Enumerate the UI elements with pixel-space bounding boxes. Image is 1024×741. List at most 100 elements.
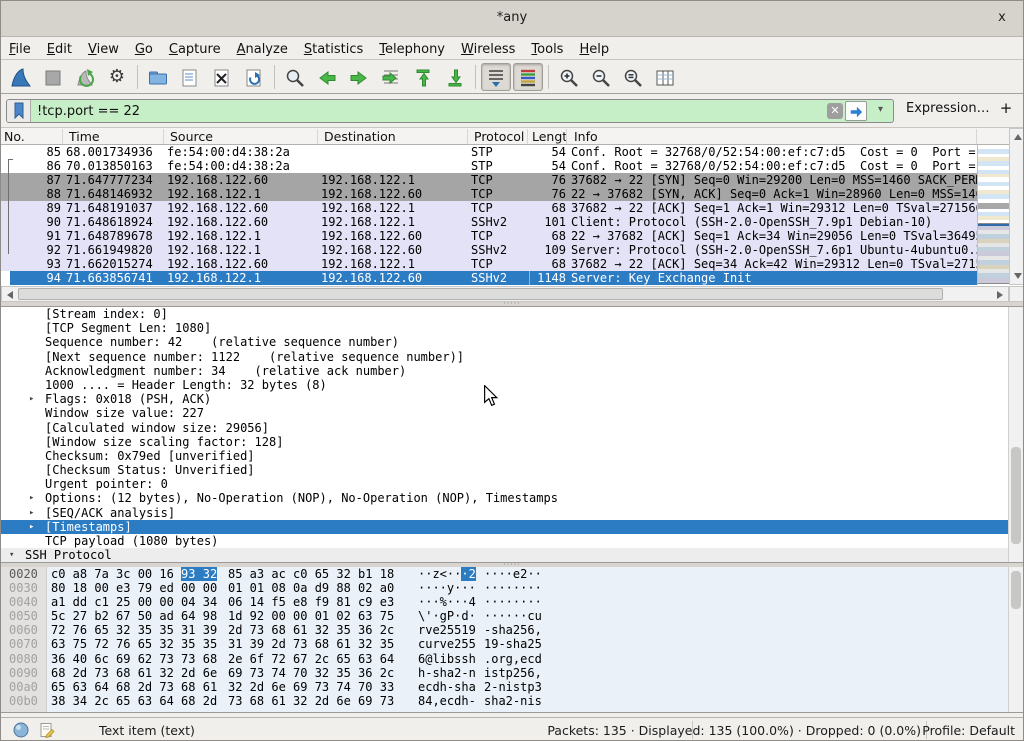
detail-row[interactable]: Checksum: 0x79ed [unverified] <box>1 449 1023 463</box>
filter-apply-button[interactable] <box>845 101 867 121</box>
capture-comment-icon[interactable] <box>39 722 55 741</box>
ascii-group[interactable]: ····e2·· <box>484 567 542 581</box>
hex-bytes-group[interactable]: 80 18 00 e3 79 ed 00 00 <box>51 581 217 595</box>
packet-row-85[interactable]: 8568.001734936fe:54:00:d4:38:2aSTP54Conf… <box>1 145 977 159</box>
detail-row[interactable]: [Stream index: 0] <box>1 307 1023 321</box>
column-header-src[interactable]: Source <box>167 129 318 144</box>
menu-view[interactable]: View <box>80 39 127 60</box>
go-last-button[interactable] <box>440 63 470 91</box>
ascii-group[interactable]: 84,ecdh- <box>418 694 476 708</box>
hex-row-0030[interactable]: 003080 18 00 e3 79 ed 00 0001 01 08 0a d… <box>1 581 1023 595</box>
detail-row[interactable]: [Checksum Status: Unverified] <box>1 463 1023 477</box>
packet-row-93[interactable]: 9371.662015274192.168.122.60192.168.122.… <box>1 257 977 271</box>
detail-row[interactable]: [Window size scaling factor: 128] <box>1 435 1023 449</box>
filter-bookmark-icon[interactable] <box>7 100 31 122</box>
ascii-group[interactable]: 6@libssh <box>418 652 476 666</box>
hex-bytes-group[interactable]: 73 68 61 32 2d 6e 69 73 <box>228 694 394 708</box>
expander-closed-icon[interactable]: ▸ <box>29 491 34 505</box>
hex-bytes-group[interactable]: 2d 73 68 61 32 35 36 2c <box>228 623 394 637</box>
detail-row[interactable]: Window size value: 227 <box>1 406 1023 420</box>
expander-closed-icon[interactable]: ▸ <box>29 520 34 534</box>
column-header-proto[interactable]: Protocol <box>471 129 528 144</box>
ascii-group[interactable]: h-sha2-n <box>418 666 476 680</box>
minimap-viewport-indicator[interactable] <box>978 223 1009 284</box>
expression-button[interactable]: Expression… <box>906 101 990 116</box>
detail-row[interactable]: [Next sequence number: 1122 (relative se… <box>1 350 1023 364</box>
go-to-packet-button[interactable] <box>376 63 406 91</box>
ascii-group[interactable]: \'·gP·d· <box>418 609 476 623</box>
detail-row[interactable]: ▸[SEQ/ACK analysis] <box>1 506 1023 520</box>
hex-bytes-group[interactable]: 1d 92 00 00 01 02 63 75 <box>228 609 394 623</box>
hex-row-0040[interactable]: 0040a1 dd c1 25 00 00 04 3406 14 f5 e8 f… <box>1 595 1023 609</box>
hex-row-0020[interactable]: 0020c0 a8 7a 3c 00 16 93 3285 a3 ac c0 6… <box>1 567 1023 581</box>
scroll-right-arrow-icon[interactable] <box>997 291 1003 299</box>
window-close-button[interactable]: x <box>993 9 1011 27</box>
save-file-button[interactable] <box>175 63 205 91</box>
menu-tools[interactable]: Tools <box>523 39 571 60</box>
column-header-no[interactable]: No. <box>1 129 63 144</box>
colorize-button[interactable] <box>513 63 543 91</box>
ascii-group[interactable]: istp256, <box>484 666 542 680</box>
detail-row[interactable]: Urgent pointer: 0 <box>1 477 1023 491</box>
open-file-button[interactable] <box>143 63 173 91</box>
packet-row-87[interactable]: 8771.647777234192.168.122.60192.168.122.… <box>1 173 977 187</box>
hex-row-0070[interactable]: 007063 75 72 76 65 32 35 3531 39 2d 73 6… <box>1 637 1023 651</box>
zoom-in-button[interactable] <box>554 63 584 91</box>
packet-row-92[interactable]: 9271.661949820192.168.122.1192.168.122.6… <box>1 243 977 257</box>
detail-row[interactable]: [TCP Segment Len: 1080] <box>1 321 1023 335</box>
scroll-left-arrow-icon[interactable] <box>7 291 13 299</box>
hex-bytes-group[interactable]: 72 76 65 32 35 35 31 39 <box>51 623 217 637</box>
column-header-time[interactable]: Time <box>66 129 164 144</box>
hscrollbar-thumb[interactable] <box>18 288 943 300</box>
hex-vscrollbar[interactable] <box>1008 567 1023 712</box>
hex-bytes-group[interactable]: 63 75 72 76 65 32 35 35 <box>51 637 217 651</box>
display-filter-input[interactable] <box>35 101 635 121</box>
hex-bytes-group[interactable]: c0 a8 7a 3c 00 16 93 32 <box>51 567 217 581</box>
ascii-group[interactable]: curve255 <box>418 637 476 651</box>
ascii-group[interactable]: -sha256, <box>484 623 542 637</box>
ascii-group[interactable]: .org,ecd <box>484 652 542 666</box>
expander-open-icon[interactable]: ▾ <box>9 548 14 562</box>
details-vscrollbar[interactable] <box>1008 307 1023 562</box>
detail-row[interactable]: TCP payload (1080 bytes) <box>1 534 1023 548</box>
hex-bytes-group[interactable]: 32 2d 6e 69 73 74 70 33 <box>228 680 394 694</box>
menu-analyze[interactable]: Analyze <box>229 39 296 60</box>
packet-row-90[interactable]: 9071.648618924192.168.122.60192.168.122.… <box>1 215 977 229</box>
hex-row-00b0[interactable]: 00b038 34 2c 65 63 64 68 2d73 68 61 32 2… <box>1 694 1023 708</box>
display-filter-box[interactable]: ✕ ▾ <box>6 99 894 123</box>
packet-row-91[interactable]: 9171.648789678192.168.122.1192.168.122.6… <box>1 229 977 243</box>
menu-statistics[interactable]: Statistics <box>296 39 371 60</box>
hex-bytes-group[interactable]: 69 73 74 70 32 35 36 2c <box>228 666 394 680</box>
zoom-original-button[interactable] <box>618 63 648 91</box>
reload-file-button[interactable] <box>239 63 269 91</box>
close-file-button[interactable] <box>207 63 237 91</box>
ascii-group[interactable]: rve25519 <box>418 623 476 637</box>
go-first-button[interactable] <box>408 63 438 91</box>
ascii-group[interactable]: sha2-nis <box>484 694 542 708</box>
capture-options-button[interactable]: ⚙ <box>102 63 132 91</box>
hex-bytes-group[interactable]: 06 14 f5 e8 f9 81 c9 e3 <box>228 595 394 609</box>
expert-info-icon[interactable] <box>13 722 29 741</box>
packet-row-88[interactable]: 8871.648146932192.168.122.1192.168.122.6… <box>1 187 977 201</box>
hex-scroll-thumb[interactable] <box>1011 571 1021 609</box>
filter-clear-button[interactable]: ✕ <box>827 103 843 119</box>
detail-row[interactable]: ▸Flags: 0x018 (PSH, ACK) <box>1 392 1023 406</box>
ascii-group[interactable]: 2-nistp3 <box>484 680 542 694</box>
hex-bytes-group[interactable]: a1 dd c1 25 00 00 04 34 <box>51 595 217 609</box>
column-header-info[interactable]: Info <box>571 129 977 144</box>
ascii-group[interactable]: ······cu <box>484 609 542 623</box>
ascii-group[interactable]: ········ <box>484 595 542 609</box>
scroll-up-arrow-icon[interactable] <box>1014 134 1022 140</box>
find-packet-button[interactable] <box>280 63 310 91</box>
title-bar[interactable]: *any x <box>1 1 1023 37</box>
ascii-group[interactable]: ········ <box>484 581 542 595</box>
intelligent-scrollbar-minimap[interactable] <box>977 145 1009 285</box>
filter-history-caret-icon[interactable]: ▾ <box>878 104 883 115</box>
detail-row[interactable]: 1000 .... = Header Length: 32 bytes (8) <box>1 378 1023 392</box>
ascii-group[interactable]: ···%···4 <box>418 595 476 609</box>
details-scroll-thumb[interactable] <box>1011 447 1021 544</box>
column-header-dst[interactable]: Destination <box>321 129 468 144</box>
detail-row[interactable]: ▸Options: (12 bytes), No-Operation (NOP)… <box>1 491 1023 505</box>
detail-row[interactable]: Acknowledgment number: 34 (relative ack … <box>1 364 1023 378</box>
menu-telephony[interactable]: Telephony <box>371 39 453 60</box>
